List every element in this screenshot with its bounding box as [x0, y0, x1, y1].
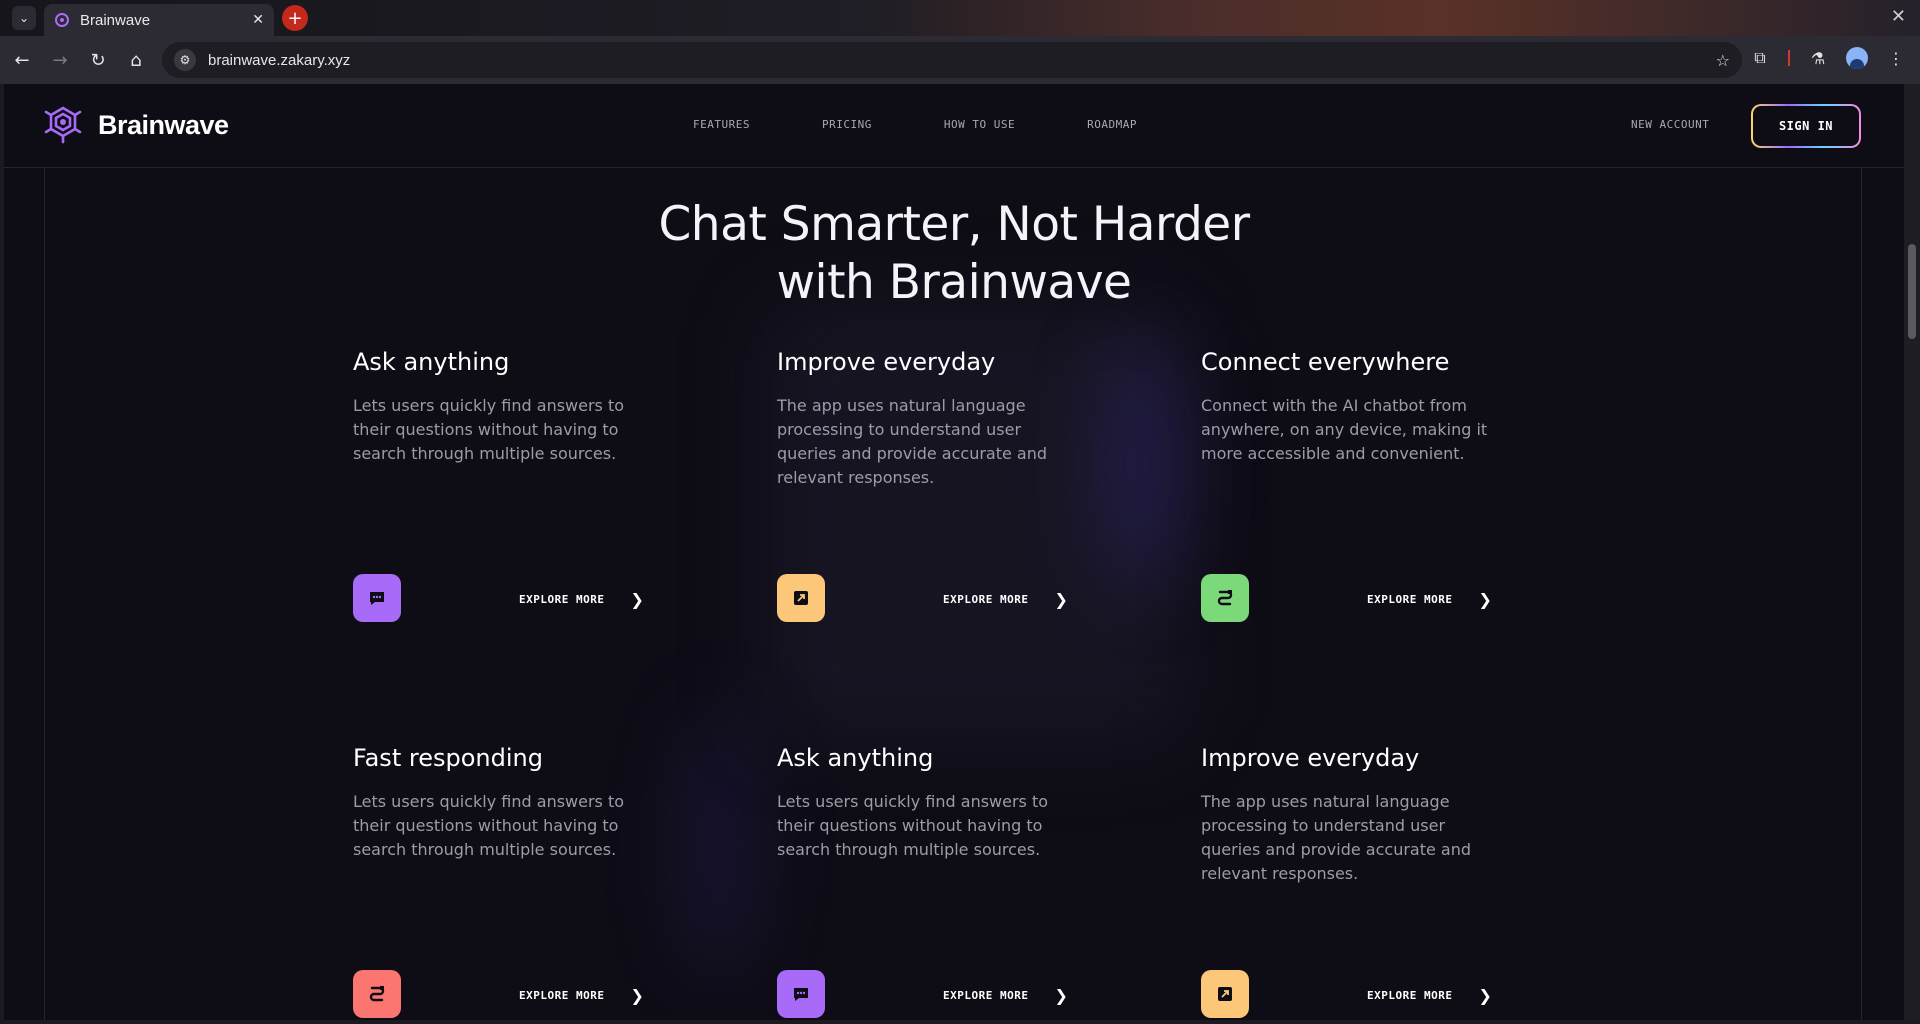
back-icon[interactable]: ← [6, 44, 38, 76]
feature-card: Ask anything Lets users quickly find ans… [353, 348, 683, 648]
profile-avatar[interactable] [1846, 47, 1868, 69]
chevron-right-icon: ❯ [1478, 590, 1493, 609]
expand-icon [1201, 970, 1249, 1018]
home-icon[interactable]: ⌂ [120, 44, 152, 76]
page-viewport: Chat Smarter, Not Harder with Brainwave … [4, 84, 1904, 1020]
hero-line-2: with Brainwave [776, 255, 1132, 310]
hero-line-1: Chat Smarter, Not Harder [658, 197, 1250, 252]
nav-features[interactable]: FEATURES [693, 118, 750, 131]
card-text: Lets users quickly find answers to their… [777, 792, 1049, 859]
card-title: Ask anything [353, 348, 510, 376]
url-text[interactable]: brainwave.zakary.xyz [208, 52, 1716, 69]
scrollbar-thumb[interactable] [1908, 244, 1916, 339]
card-text: Connect with the AI chatbot from anywher… [1201, 396, 1488, 463]
expand-icon [777, 574, 825, 622]
brainwave-logo-icon [44, 106, 82, 144]
forward-icon[interactable]: → [44, 44, 76, 76]
explore-more-link[interactable]: EXPLORE MORE ❯ [1367, 986, 1492, 1005]
chevron-right-icon: ❯ [1054, 986, 1069, 1005]
card-text: Lets users quickly find answers to their… [353, 792, 625, 859]
explore-more-link[interactable]: EXPLORE MORE ❯ [943, 590, 1068, 609]
card-title: Fast responding [353, 744, 543, 772]
feature-card: Improve everyday The app uses natural la… [777, 348, 1107, 648]
browser-toolbar: ← → ↻ ⌂ ⚙ brainwave.zakary.xyz ☆ ⧉ ⚗ ⋮ [0, 36, 1920, 84]
explore-more-link[interactable]: EXPLORE MORE ❯ [519, 590, 644, 609]
extensions-icon[interactable]: ⧉ [1746, 44, 1774, 72]
card-text: The app uses natural language processing… [777, 396, 1048, 487]
toolbar-separator [1788, 50, 1790, 66]
nav-roadmap[interactable]: ROADMAP [1087, 118, 1137, 131]
bookmark-star-icon[interactable]: ☆ [1716, 51, 1730, 70]
feature-card: Connect everywhere Connect with the AI c… [1201, 348, 1531, 648]
main-nav: FEATURES PRICING HOW TO USE ROADMAP [693, 118, 1137, 131]
window-close-icon[interactable]: ✕ [1891, 6, 1906, 27]
brand-name: Brainwave [98, 109, 229, 140]
card-title: Improve everyday [777, 348, 996, 376]
explore-more-label: EXPLORE MORE [943, 593, 1029, 606]
chat-icon [353, 574, 401, 622]
card-text: The app uses natural language processing… [1201, 792, 1472, 883]
address-bar[interactable]: ⚙ brainwave.zakary.xyz ☆ [162, 42, 1742, 78]
background-glow [1104, 334, 1184, 594]
feature-card: Improve everyday The app uses natural la… [1201, 744, 1531, 1020]
explore-more-link[interactable]: EXPLORE MORE ❯ [943, 986, 1068, 1005]
brand-logo[interactable]: Brainwave [42, 104, 229, 146]
chat-icon [777, 970, 825, 1018]
background-glow [684, 704, 754, 984]
site-header: Brainwave FEATURES PRICING HOW TO USE RO… [4, 84, 1904, 168]
tab-search-chevron-icon[interactable]: ⌄ [12, 6, 36, 30]
card-title: Connect everywhere [1201, 348, 1450, 376]
site-info-icon[interactable]: ⚙ [174, 49, 196, 71]
browser-tab[interactable]: Brainwave ✕ [44, 4, 274, 36]
browser-tab-bar: ⌄ Brainwave ✕ + ✕ [0, 0, 1920, 36]
reload-icon[interactable]: ↻ [82, 44, 114, 76]
hero-headline: Chat Smarter, Not Harder with Brainwave [4, 196, 1904, 312]
sign-in-label: SIGN IN [1753, 106, 1859, 146]
card-text: Lets users quickly find answers to their… [353, 396, 625, 463]
explore-more-label: EXPLORE MORE [1367, 593, 1453, 606]
feature-card: Fast responding Lets users quickly find … [353, 744, 683, 1020]
tab-title: Brainwave [80, 11, 151, 29]
tab-close-icon[interactable]: ✕ [252, 12, 264, 28]
explore-more-link[interactable]: EXPLORE MORE ❯ [519, 986, 644, 1005]
feature-card: Ask anything Lets users quickly find ans… [777, 744, 1107, 1020]
labs-flask-icon[interactable]: ⚗ [1804, 44, 1832, 72]
brainwave-favicon-icon [55, 13, 69, 27]
explore-more-label: EXPLORE MORE [1367, 989, 1453, 1002]
page-scrollbar[interactable] [1904, 84, 1920, 1020]
new-tab-button[interactable]: + [282, 5, 308, 31]
explore-more-label: EXPLORE MORE [519, 593, 605, 606]
chevron-right-icon: ❯ [1054, 590, 1069, 609]
nav-how-to-use[interactable]: HOW TO USE [944, 118, 1015, 131]
plug-icon [1201, 574, 1249, 622]
chevron-right-icon: ❯ [630, 986, 645, 1005]
card-title: Improve everyday [1201, 744, 1420, 772]
chevron-right-icon: ❯ [630, 590, 645, 609]
chevron-right-icon: ❯ [1478, 986, 1493, 1005]
nav-pricing[interactable]: PRICING [822, 118, 872, 131]
explore-more-label: EXPLORE MORE [943, 989, 1029, 1002]
explore-more-link[interactable]: EXPLORE MORE ❯ [1367, 590, 1492, 609]
browser-menu-icon[interactable]: ⋮ [1882, 44, 1910, 72]
new-account-link[interactable]: NEW ACCOUNT [1631, 118, 1709, 131]
card-title: Ask anything [777, 744, 934, 772]
explore-more-label: EXPLORE MORE [519, 989, 605, 1002]
plug-icon [353, 970, 401, 1018]
sign-in-button[interactable]: SIGN IN [1751, 104, 1861, 148]
